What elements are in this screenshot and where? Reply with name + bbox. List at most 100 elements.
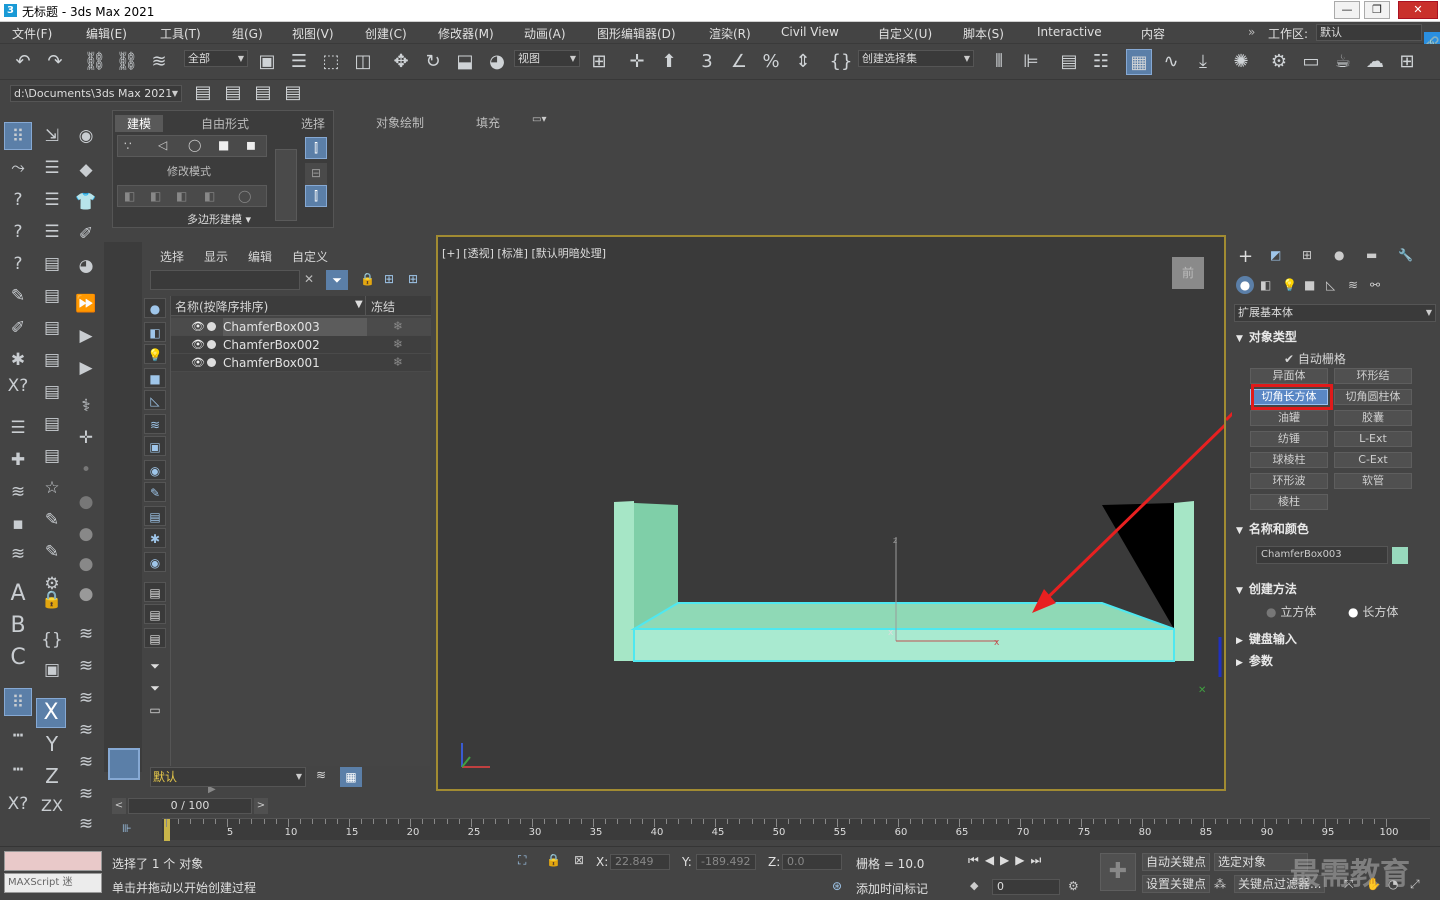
shapes-icon[interactable]: ◆ xyxy=(72,156,100,184)
lights-category-icon[interactable]: 💡 xyxy=(1282,278,1297,292)
rendered-frame-icon[interactable]: ▭ xyxy=(1298,49,1324,75)
select-mode-icon[interactable]: ⠿ xyxy=(4,122,32,150)
parameters-rollout[interactable]: ▶ 参数 xyxy=(1236,652,1434,672)
filter-e-icon[interactable]: ⏷ xyxy=(144,678,166,698)
select-layer-icon[interactable]: ▪ xyxy=(4,510,32,538)
viewport-icon[interactable]: ◉ xyxy=(72,122,100,150)
display-tab-icon[interactable]: ▬ xyxy=(1366,248,1377,262)
layers5-icon[interactable]: ≋ xyxy=(72,748,100,776)
filter-cameras-icon[interactable]: ■ xyxy=(144,368,166,388)
freeze-icon[interactable]: ❄ xyxy=(393,337,403,351)
box-radio[interactable]: ● 长方体 xyxy=(1348,603,1398,620)
maximize-button[interactable]: ❐ xyxy=(1364,1,1390,19)
menu-scripting[interactable]: 脚本(S) xyxy=(963,25,1004,42)
scene-row[interactable]: 👁 ChamferBox003 ❄ xyxy=(171,318,431,336)
angle-snap-icon[interactable]: ∠ xyxy=(726,49,752,75)
selection-lock-icon[interactable]: 🔒 xyxy=(546,853,561,867)
menu-tools[interactable]: 工具(T) xyxy=(160,25,201,42)
filter-frozen-icon[interactable]: ✱ xyxy=(144,528,166,548)
x-coord-field[interactable]: 22.849 xyxy=(610,854,670,870)
render-production-icon[interactable]: ☕ xyxy=(1330,49,1356,75)
rotate-icon[interactable]: ↻ xyxy=(420,49,446,75)
spinner-snap-icon[interactable]: ⇕ xyxy=(790,49,816,75)
poly-modeling-dropdown[interactable]: 多边形建模 ▾ xyxy=(187,211,251,227)
explorer-search-input[interactable] xyxy=(150,270,300,290)
menu-customize[interactable]: 自定义(U) xyxy=(878,25,932,42)
wrench-icon[interactable]: ✎ xyxy=(38,506,66,534)
filter-containers-icon[interactable]: ▤ xyxy=(144,506,166,526)
b-icon[interactable]: B xyxy=(4,612,32,640)
col-freeze-header[interactable]: 冻结 xyxy=(371,298,395,315)
minimize-button[interactable]: — xyxy=(1334,1,1360,19)
layers3-icon[interactable]: ≋ xyxy=(72,684,100,712)
shirt-icon[interactable]: 👕 xyxy=(72,188,100,216)
menu-views[interactable]: 视图(V) xyxy=(292,25,334,42)
ribbon-tab-modeling[interactable]: 建模 xyxy=(115,115,164,132)
stack5-icon[interactable]: ▤ xyxy=(38,314,66,342)
menu-animation[interactable]: 动画(A) xyxy=(524,25,566,42)
c-icon[interactable]: C xyxy=(4,644,32,672)
layers4-icon[interactable]: ≋ xyxy=(72,716,100,744)
ruler-icon[interactable]: ┅ xyxy=(4,722,32,750)
menu-overflow-icon[interactable]: » xyxy=(1248,25,1255,39)
move-icon[interactable]: ✥ xyxy=(388,49,414,75)
filter-d-icon[interactable]: ⏷ xyxy=(144,656,166,676)
y-coord-field[interactable]: -189.492 xyxy=(696,854,756,870)
motion-tab-icon[interactable]: ● xyxy=(1334,248,1344,262)
toggle-layer-explorer-icon[interactable]: ☷ xyxy=(1088,49,1114,75)
toggle-ribbon-icon[interactable]: ▦ xyxy=(1126,49,1152,75)
c-ext-button[interactable]: C-Ext xyxy=(1334,452,1412,468)
unlink-icon[interactable]: ⛓ xyxy=(114,49,140,75)
key-mode-icon[interactable]: ◆ xyxy=(970,879,978,892)
dot2-icon[interactable]: ● xyxy=(72,488,100,516)
snaps-toggle-icon[interactable]: 3 xyxy=(694,49,720,75)
menu-file[interactable]: 文件(F) xyxy=(12,25,52,42)
ref-coord-dropdown[interactable]: 视图 ▼ xyxy=(514,50,580,67)
add-time-tag[interactable]: 添加时间标记 xyxy=(856,880,928,897)
prism-button[interactable]: 棱柱 xyxy=(1250,494,1328,510)
track-bar[interactable]: 5 10 15 20 25 30 35 40 45 50 55 60 65 70 75 80 85 90 95 100 xyxy=(162,818,1430,841)
layer-dropdown[interactable]: 默认 ▼ xyxy=(150,767,306,787)
zx-axis-icon[interactable]: ZX xyxy=(38,792,66,820)
stack8-icon[interactable]: ▤ xyxy=(38,410,66,438)
rect-selection-icon[interactable]: ⬚ xyxy=(318,49,344,75)
next-icon[interactable]: ⏩ xyxy=(72,290,100,318)
ruler2-icon[interactable]: ┅ xyxy=(4,756,32,784)
name-color-rollout[interactable]: ▼ 名称和颜色 xyxy=(1236,520,1434,540)
menu-content[interactable]: 内容 xyxy=(1141,25,1165,42)
nav-pan-icon[interactable]: ✋ xyxy=(1366,877,1381,891)
eye-icon[interactable]: 👁 xyxy=(191,338,205,351)
polygon-icon[interactable]: ■ xyxy=(218,138,229,152)
workspace-dropdown[interactable]: 默认 xyxy=(1316,24,1422,41)
filter-bones-icon[interactable]: ✎ xyxy=(144,482,166,502)
next-frame-button[interactable]: > xyxy=(254,798,268,814)
list3-icon[interactable]: ☰ xyxy=(38,218,66,246)
clear-search-icon[interactable]: ✕ xyxy=(304,272,314,286)
next-key-icon[interactable]: ▶ xyxy=(1015,853,1030,867)
torus-knot-button[interactable]: 环形结 xyxy=(1334,368,1412,384)
xy-icon[interactable]: X? xyxy=(4,372,32,400)
stack4-icon[interactable]: ▤ xyxy=(38,282,66,310)
project-create-icon[interactable]: ▤ xyxy=(220,80,246,106)
tool-d-icon[interactable]: ✎ xyxy=(38,538,66,566)
curve-toggle-icon[interactable]: ⊪ xyxy=(122,822,132,835)
freeze-icon[interactable]: ❄ xyxy=(393,355,403,369)
project-settings-icon[interactable]: ▤ xyxy=(250,80,276,106)
tool-c-icon[interactable]: ? xyxy=(4,250,32,278)
undo-icon[interactable]: ↶ xyxy=(10,49,36,75)
close-button[interactable]: ✕ xyxy=(1398,1,1438,19)
paint-icon[interactable]: ◕ xyxy=(72,252,100,280)
filter-f-icon[interactable]: ▭ xyxy=(144,700,166,720)
prev-frame-button[interactable]: < xyxy=(112,798,126,814)
set-key-button[interactable]: 设置关键点 xyxy=(1142,875,1211,893)
align-icon[interactable]: ⊫ xyxy=(1018,49,1044,75)
create-tab-icon[interactable]: + xyxy=(1238,246,1253,267)
select-by-name-icon[interactable]: ☰ xyxy=(286,49,312,75)
filter-lights-icon[interactable]: 💡 xyxy=(144,344,166,364)
mode-a-icon[interactable]: ◧ xyxy=(124,189,135,203)
time-tag-icon[interactable]: ⊛ xyxy=(832,879,842,893)
object-name-field[interactable]: ChamferBox003 xyxy=(1256,546,1388,564)
ribbon-tab-selection[interactable]: 选择 xyxy=(301,115,325,132)
mode-b-icon[interactable]: ◧ xyxy=(150,189,161,203)
object-color-swatch[interactable] xyxy=(1392,547,1408,564)
